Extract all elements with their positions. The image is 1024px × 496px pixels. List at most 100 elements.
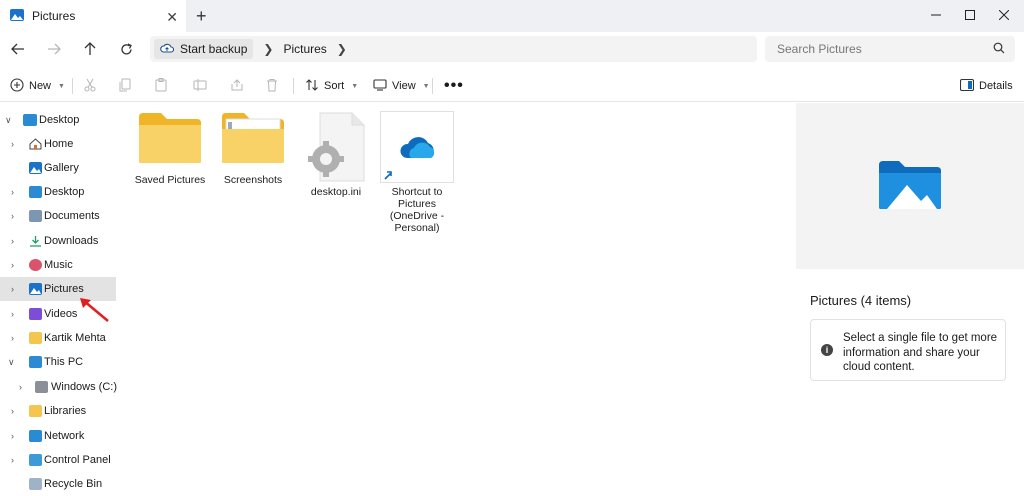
network-icon <box>29 430 42 442</box>
delete-button[interactable] <box>266 76 278 96</box>
recycle-bin-icon <box>29 478 42 490</box>
chevron-right-icon[interactable]: › <box>11 284 14 294</box>
sort-icon <box>305 78 319 95</box>
sidebar-item-kartik-mehta[interactable]: › Kartik Mehta <box>0 326 116 350</box>
chevron-down-icon: ▼ <box>58 82 65 90</box>
sidebar-item-label: Pictures <box>44 283 84 295</box>
chevron-right-icon[interactable]: › <box>11 309 14 319</box>
refresh-button[interactable] <box>116 40 136 58</box>
new-button[interactable]: New ▼ <box>10 76 65 96</box>
sidebar-item-label: Windows (C:) <box>51 381 118 393</box>
sidebar-item-desktop[interactable]: › Desktop <box>0 180 116 204</box>
chevron-right-icon[interactable]: › <box>11 236 14 246</box>
download-icon <box>29 235 42 247</box>
sidebar-item-gallery[interactable]: Gallery <box>0 156 116 180</box>
chevron-right-icon[interactable]: ❯ <box>263 42 273 56</box>
details-button[interactable]: Details <box>959 76 1013 96</box>
breadcrumb-pictures[interactable]: Pictures <box>283 42 326 56</box>
desktop-icon <box>29 186 42 198</box>
chevron-down-icon[interactable]: ∨ <box>8 357 15 368</box>
details-title: Pictures (4 items) <box>810 293 912 308</box>
sidebar-item-documents[interactable]: › Documents <box>0 204 116 228</box>
pictures-folder-icon <box>879 161 941 209</box>
sidebar-item-label: Music <box>44 259 73 271</box>
sidebar-item-control-panel[interactable]: › Control Panel <box>0 448 116 472</box>
chevron-down-icon[interactable]: ∨ <box>5 115 12 126</box>
paste-button[interactable] <box>155 76 167 96</box>
view-icon <box>373 78 387 94</box>
sidebar-item-label: Recycle Bin <box>44 478 103 490</box>
start-backup-button[interactable]: Start backup <box>154 39 254 59</box>
close-tab-icon[interactable]: ✕ <box>166 9 178 26</box>
file-item-screenshots[interactable]: Screenshots <box>216 111 290 186</box>
scissors-icon <box>84 78 96 95</box>
sidebar-item-music[interactable]: › Music <box>0 253 116 277</box>
copy-button[interactable] <box>119 76 131 96</box>
sort-button[interactable]: Sort ▼ <box>305 76 358 96</box>
file-name: Saved Pictures <box>134 174 206 186</box>
chevron-right-icon[interactable]: › <box>11 260 14 270</box>
back-button[interactable] <box>8 40 28 58</box>
divider <box>72 78 73 94</box>
sidebar-item-label: Desktop <box>39 114 80 126</box>
start-backup-label: Start backup <box>180 42 248 56</box>
onedrive-icon <box>380 111 454 183</box>
sidebar-item-recycle-bin[interactable]: Recycle Bin <box>0 472 116 496</box>
sidebar-item-network[interactable]: › Network <box>0 424 116 448</box>
maximize-button[interactable] <box>952 4 988 26</box>
sidebar-item-this-pc[interactable]: ∨ This PC <box>0 350 116 374</box>
chevron-down-icon: ▼ <box>351 82 359 90</box>
details-info-text: Select a single file to get more informa… <box>843 332 998 373</box>
new-label: New <box>29 80 52 92</box>
forward-button[interactable] <box>44 40 64 58</box>
sort-label: Sort <box>324 80 345 92</box>
cut-button[interactable] <box>84 76 96 96</box>
chevron-right-icon[interactable]: › <box>11 211 14 221</box>
chevron-right-icon[interactable]: › <box>11 139 14 149</box>
music-icon <box>29 259 42 271</box>
search-input[interactable]: Search Pictures <box>765 36 1015 62</box>
file-item-desktop-ini[interactable]: desktop.ini <box>299 111 373 198</box>
file-item-saved-pictures[interactable]: Saved Pictures <box>133 111 207 186</box>
rename-button[interactable] <box>193 76 207 96</box>
sidebar-item-windows-c[interactable]: › Windows (C:) <box>0 375 118 399</box>
view-button[interactable]: View ▼ <box>373 76 430 96</box>
chevron-right-icon[interactable]: › <box>11 455 14 465</box>
new-tab-button[interactable]: + <box>196 6 207 27</box>
more-options-button[interactable]: ••• <box>444 76 464 96</box>
chevron-right-icon[interactable]: › <box>11 187 14 197</box>
view-label: View <box>392 80 416 92</box>
sidebar-item-libraries[interactable]: › Libraries <box>0 399 116 423</box>
chevron-right-icon[interactable]: › <box>11 431 14 441</box>
minimize-button[interactable] <box>918 4 954 26</box>
folder-icon <box>137 111 203 168</box>
sidebar-item-desktop-root[interactable]: ∨ Desktop <box>0 108 116 132</box>
address-bar[interactable]: Start backup ❯ Pictures ❯ <box>150 36 757 62</box>
search-icon[interactable] <box>993 42 1005 57</box>
share-button[interactable] <box>230 76 244 96</box>
search-placeholder: Search Pictures <box>777 42 862 56</box>
sidebar-item-label: Home <box>44 138 74 150</box>
chevron-down-icon: ▼ <box>422 82 430 90</box>
sidebar-item-downloads[interactable]: › Downloads <box>0 229 116 253</box>
pictures-icon <box>10 8 24 24</box>
chevron-right-icon[interactable]: › <box>11 333 14 343</box>
details-pane: Pictures (4 items) i Select a single fil… <box>796 103 1024 487</box>
tab-pictures[interactable]: Pictures ✕ <box>0 0 186 32</box>
copy-icon <box>119 78 131 95</box>
details-preview <box>796 103 1024 269</box>
sidebar-item-label: Network <box>44 430 85 442</box>
info-icon: i <box>821 344 833 356</box>
close-window-button[interactable] <box>986 4 1022 26</box>
chevron-right-icon[interactable]: › <box>11 406 14 416</box>
shortcut-arrow-icon <box>384 171 392 180</box>
file-item-onedrive-shortcut[interactable]: Shortcut to Pictures (OneDrive - Persona… <box>379 111 455 234</box>
command-bar: New ▼ Sort ▼ View ▼ ••• Details <box>0 70 1024 102</box>
details-label: Details <box>979 80 1013 92</box>
sidebar-item-home[interactable]: › Home <box>0 132 116 156</box>
ellipsis-icon: ••• <box>444 77 464 94</box>
rename-icon <box>193 78 207 95</box>
chevron-right-icon[interactable]: ❯ <box>337 42 347 56</box>
up-button[interactable] <box>80 40 100 58</box>
chevron-right-icon[interactable]: › <box>19 382 22 392</box>
